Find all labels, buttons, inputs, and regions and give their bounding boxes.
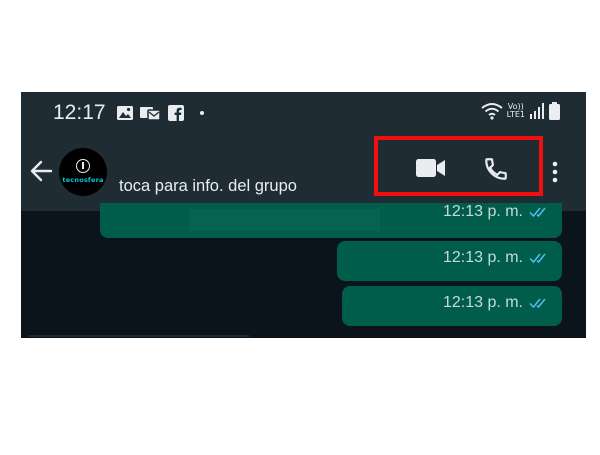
chat-area: 12:13 p. m. 12:13 p. m. 12:13 p. m. [21,203,586,338]
message-bubble[interactable]: 12:13 p. m. [337,241,562,281]
voice-call-icon[interactable] [483,156,509,182]
volte-bottom-label: LTE1 [506,110,525,119]
message-meta: 12:13 p. m. [443,203,549,221]
message-time: 12:13 p. m. [442,249,523,266]
status-dot [200,111,204,115]
avatar-logo-text: tecnosfera [62,175,104,184]
status-time: 12:17 [53,101,106,124]
call-buttons-highlight [374,136,543,196]
wifi-icon [480,103,503,120]
chat-header: tecnosfera toca para info. del grupo [21,134,586,211]
blurred-message-content [190,209,380,231]
message-bubble[interactable]: 12:13 p. m. [100,203,562,238]
more-options-icon[interactable] [552,161,558,183]
message-time: 12:13 p. m. [442,294,523,311]
read-ticks-icon [529,207,546,218]
group-info-subtitle[interactable]: toca para info. del grupo [119,177,297,196]
power-logo-icon [76,158,90,173]
group-avatar[interactable]: tecnosfera [59,148,107,196]
phone-screen: 12:17 Vo)) LTE1 tecnosfera toca para inf… [21,92,586,338]
message-meta: 12:13 p. m. [443,294,549,312]
read-ticks-icon [529,298,546,309]
message-bubble[interactable]: 12:13 p. m. [342,286,562,326]
signal-icon [530,103,544,119]
message-time: 12:13 p. m. [442,203,523,220]
battery-icon [549,102,560,120]
video-call-icon[interactable] [416,158,446,178]
next-message-edge [29,335,249,337]
read-ticks-icon [529,253,546,264]
status-right-group: Vo)) LTE1 [480,102,560,120]
facebook-icon [168,105,184,121]
message-meta: 12:13 p. m. [443,249,549,267]
message-icon [140,107,160,121]
back-arrow-icon[interactable] [29,158,55,184]
volte-indicator: Vo)) LTE1 [507,103,525,119]
gallery-icon [117,106,133,120]
status-bar: 12:17 Vo)) LTE1 [21,92,586,134]
